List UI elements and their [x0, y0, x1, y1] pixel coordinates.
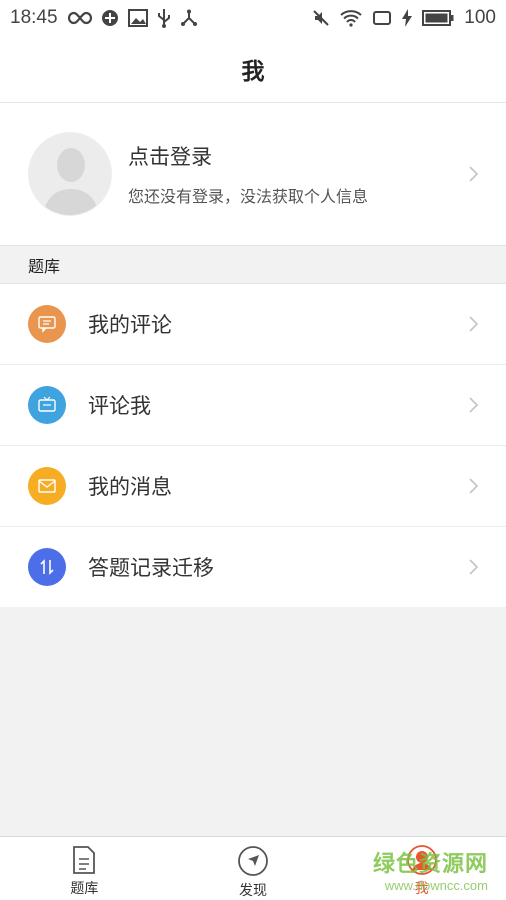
comment-icon: [28, 305, 66, 343]
tab-question-bank[interactable]: 题库: [0, 837, 169, 900]
compass-icon: [238, 846, 268, 876]
menu-item-comments-on-me[interactable]: 评论我: [0, 365, 506, 446]
infinity-icon: [67, 11, 92, 25]
menu-list: 我的评论 评论我 我的消息 答题记录迁移: [0, 284, 506, 607]
default-avatar-icon: [29, 133, 111, 215]
screen-icon: [373, 11, 392, 25]
mail-icon: [28, 467, 66, 505]
menu-item-label: 我的消息: [88, 475, 172, 499]
page-header: 我: [0, 36, 506, 103]
menu-item-record-transfer[interactable]: 答题记录迁移: [0, 527, 506, 607]
menu-item-label: 我的评论: [88, 313, 172, 337]
chevron-right-icon: [469, 478, 479, 494]
menu-item-my-comments[interactable]: 我的评论: [0, 284, 506, 365]
charging-icon: [402, 9, 413, 27]
image-icon: [127, 9, 148, 27]
share-icon: [180, 9, 197, 26]
menu-item-my-messages[interactable]: 我的消息: [0, 446, 506, 527]
bottom-tab-bar: 题库 发现 我: [0, 836, 506, 900]
tab-me[interactable]: 我: [337, 837, 506, 900]
avatar[interactable]: [28, 132, 112, 216]
page-title: 我: [241, 59, 265, 85]
battery-icon: [422, 10, 454, 26]
transfer-icon: [28, 548, 66, 586]
login-hint: 您还没有登录，没法获取个人信息: [128, 187, 369, 206]
chevron-right-icon: [469, 397, 479, 413]
tab-label: 题库: [70, 881, 99, 897]
status-time: 18:45: [10, 7, 58, 28]
usb-icon: [157, 9, 170, 28]
profile-login-row[interactable]: 点击登录 您还没有登录，没法获取个人信息: [0, 103, 506, 245]
status-bar: 18:45 100: [0, 0, 506, 36]
document-icon: [73, 846, 96, 874]
tab-discover[interactable]: 发现: [169, 837, 338, 900]
battery-level: 100: [464, 7, 496, 28]
chevron-right-icon: [469, 166, 479, 182]
menu-item-label: 答题记录迁移: [88, 556, 214, 580]
tv-comment-icon: [28, 386, 66, 424]
tab-label: 发现: [239, 883, 267, 899]
chevron-right-icon: [469, 559, 479, 575]
mute-icon: [313, 10, 330, 26]
wifi-icon: [340, 10, 362, 27]
login-label[interactable]: 点击登录: [128, 141, 368, 171]
chevron-right-icon: [469, 316, 479, 332]
section-title: 题库: [0, 245, 506, 284]
person-icon: [406, 845, 437, 875]
tab-label: 我: [414, 881, 429, 897]
vpn-icon: [101, 10, 118, 26]
menu-item-label: 评论我: [88, 394, 151, 418]
